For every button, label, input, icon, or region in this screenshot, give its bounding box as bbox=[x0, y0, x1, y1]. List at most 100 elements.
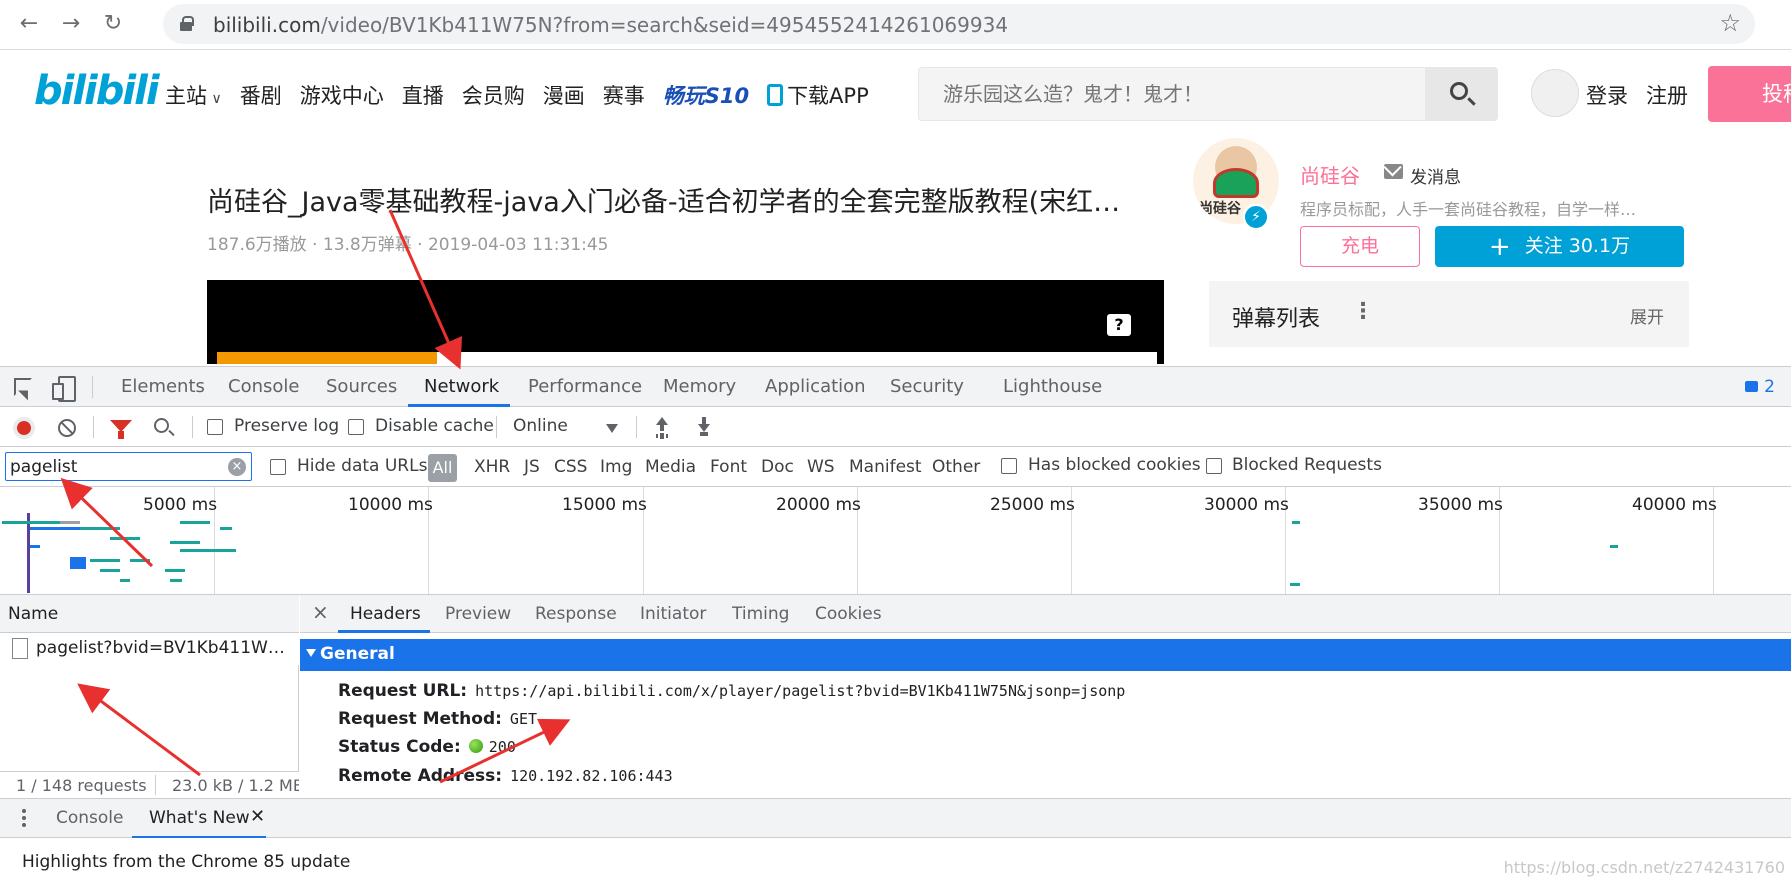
close-icon[interactable]: × bbox=[312, 600, 329, 624]
login-link[interactable]: 登录 bbox=[1586, 80, 1628, 110]
filter-type-css[interactable]: CSS bbox=[554, 457, 587, 477]
disable-cache-label[interactable]: Disable cache bbox=[375, 416, 494, 436]
upload-button[interactable]: 投稿 bbox=[1708, 66, 1791, 122]
filter-type-js[interactable]: JS bbox=[524, 457, 540, 477]
site-search-input[interactable] bbox=[919, 68, 1424, 120]
tab-security[interactable]: Security bbox=[890, 376, 964, 397]
filter-type-other[interactable]: Other bbox=[932, 457, 980, 477]
nav-item-download-app[interactable]: 下载APP bbox=[767, 80, 869, 110]
filter-input[interactable] bbox=[5, 452, 252, 481]
more-vertical-icon[interactable] bbox=[22, 809, 26, 813]
table-row[interactable]: pagelist?bvid=BV1Kb411W75... bbox=[0, 633, 299, 665]
tab-headers[interactable]: Headers bbox=[350, 604, 421, 624]
more-vertical-icon[interactable]: ⋮ bbox=[1352, 299, 1374, 324]
tab-performance[interactable]: Performance bbox=[528, 376, 642, 397]
tab-memory[interactable]: Memory bbox=[663, 376, 736, 397]
message-count-badge[interactable]: 2 bbox=[1745, 377, 1775, 397]
drawer-tab-whats-new[interactable]: What's New bbox=[149, 808, 250, 828]
address-bar[interactable]: bilibili.com/video/BV1Kb411W75N?from=sea… bbox=[163, 4, 1755, 44]
request-url-value[interactable]: https://api.bilibili.com/x/player/pageli… bbox=[475, 682, 1125, 700]
nav-item-shop[interactable]: 会员购 bbox=[462, 80, 525, 110]
nav-item-s10[interactable]: 畅玩S10 bbox=[663, 80, 749, 110]
device-toolbar-icon[interactable] bbox=[52, 376, 76, 402]
tab-preview[interactable]: Preview bbox=[445, 604, 511, 624]
record-icon[interactable] bbox=[13, 417, 35, 439]
name-column-header[interactable]: Name bbox=[0, 595, 299, 633]
uploader-name[interactable]: 尚硅谷 bbox=[1300, 160, 1360, 189]
clear-icon[interactable] bbox=[58, 419, 76, 437]
tab-application[interactable]: Application bbox=[765, 376, 866, 397]
tab-response[interactable]: Response bbox=[535, 604, 617, 624]
mail-icon[interactable] bbox=[1384, 164, 1403, 179]
reload-icon[interactable]: ↻ bbox=[98, 9, 128, 39]
avatar[interactable] bbox=[1531, 69, 1579, 117]
tab-lighthouse[interactable]: Lighthouse bbox=[1003, 376, 1102, 397]
filter-type-xhr[interactable]: XHR bbox=[474, 457, 510, 477]
disable-cache-checkbox[interactable] bbox=[348, 419, 364, 435]
nav-item-esports[interactable]: 赛事 bbox=[603, 80, 645, 110]
blocked-requests-label[interactable]: Blocked Requests bbox=[1232, 455, 1382, 475]
register-link[interactable]: 注册 bbox=[1646, 80, 1688, 110]
filter-type-media[interactable]: Media bbox=[645, 457, 696, 477]
follow-button[interactable]: + 关注 30.1万 bbox=[1435, 226, 1684, 267]
filter-type-manifest[interactable]: Manifest bbox=[849, 457, 922, 477]
danmaku-list-panel: 弹幕列表 ⋮ 展开 bbox=[1209, 281, 1689, 347]
danmaku-expand-button[interactable]: 展开 bbox=[1630, 303, 1664, 328]
hide-data-urls-label[interactable]: Hide data URLs bbox=[297, 456, 427, 476]
tab-initiator[interactable]: Initiator bbox=[640, 604, 706, 624]
tab-network[interactable]: Network bbox=[424, 376, 499, 397]
timeline-bar bbox=[2, 521, 62, 524]
close-icon[interactable]: ✕ bbox=[250, 806, 265, 827]
request-name[interactable]: pagelist?bvid=BV1Kb411W75... bbox=[36, 638, 294, 658]
throttling-select[interactable]: Online bbox=[513, 416, 568, 436]
filter-icon[interactable] bbox=[110, 420, 132, 439]
drawer-tab-console[interactable]: Console bbox=[56, 808, 124, 828]
inspect-element-icon[interactable] bbox=[14, 378, 32, 396]
preserve-log-label[interactable]: Preserve log bbox=[234, 416, 339, 436]
has-blocked-cookies-checkbox[interactable] bbox=[1001, 458, 1017, 474]
filter-type-all[interactable]: All bbox=[428, 454, 457, 482]
nav-item-anime[interactable]: 番剧 bbox=[240, 80, 282, 110]
blocked-requests-checkbox[interactable] bbox=[1206, 458, 1222, 474]
tab-timing[interactable]: Timing bbox=[732, 604, 789, 624]
lock-icon[interactable] bbox=[180, 16, 194, 31]
triangle-down-icon bbox=[306, 649, 316, 657]
has-blocked-cookies-label[interactable]: Has blocked cookies bbox=[1028, 455, 1201, 475]
nav-item-manga[interactable]: 漫画 bbox=[543, 80, 585, 110]
status-code-value[interactable]: 200 bbox=[489, 738, 516, 756]
request-method-value[interactable]: GET bbox=[510, 710, 537, 728]
tab-cookies[interactable]: Cookies bbox=[815, 604, 882, 624]
filter-type-ws[interactable]: WS bbox=[807, 457, 835, 477]
chevron-down-icon[interactable] bbox=[606, 424, 618, 433]
help-icon[interactable]: ? bbox=[1107, 314, 1131, 336]
tab-console[interactable]: Console bbox=[228, 376, 299, 397]
search-icon[interactable] bbox=[154, 418, 169, 433]
url-text[interactable]: bilibili.com/video/BV1Kb411W75N?from=sea… bbox=[213, 13, 1008, 37]
bilibili-logo[interactable]: bilibili bbox=[34, 68, 160, 114]
clear-filter-icon[interactable]: × bbox=[228, 458, 246, 476]
site-search-button[interactable] bbox=[1425, 68, 1497, 120]
document-icon bbox=[12, 638, 28, 659]
general-section-header[interactable]: General bbox=[300, 639, 1791, 671]
send-message-link[interactable]: 发消息 bbox=[1410, 163, 1461, 188]
hide-data-urls-checkbox[interactable] bbox=[270, 459, 286, 475]
tab-sources[interactable]: Sources bbox=[326, 376, 397, 397]
star-icon[interactable]: ☆ bbox=[1719, 9, 1741, 37]
back-arrow-icon[interactable]: ← bbox=[14, 9, 44, 39]
tab-elements[interactable]: Elements bbox=[121, 376, 205, 397]
export-har-icon[interactable] bbox=[696, 417, 712, 437]
remote-address-value[interactable]: 120.192.82.106:443 bbox=[510, 767, 673, 785]
nav-item-live[interactable]: 直播 bbox=[402, 80, 444, 110]
nav-item-main[interactable]: 主站 ∨ bbox=[165, 80, 222, 110]
charge-button[interactable]: 充电 bbox=[1300, 226, 1420, 267]
network-overview-timeline[interactable]: 5000 ms 10000 ms 15000 ms 20000 ms 25000… bbox=[0, 487, 1791, 595]
video-player[interactable]: ? bbox=[207, 280, 1164, 364]
filter-type-font[interactable]: Font bbox=[710, 457, 747, 477]
filter-type-img[interactable]: Img bbox=[600, 457, 632, 477]
preserve-log-checkbox[interactable] bbox=[207, 419, 223, 435]
filter-type-doc[interactable]: Doc bbox=[761, 457, 794, 477]
forward-arrow-icon[interactable]: → bbox=[56, 9, 86, 39]
request-detail-panel: × Headers Preview Response Initiator Tim… bbox=[300, 595, 1791, 798]
nav-item-games[interactable]: 游戏中心 bbox=[300, 80, 384, 110]
import-har-icon[interactable] bbox=[654, 417, 670, 437]
